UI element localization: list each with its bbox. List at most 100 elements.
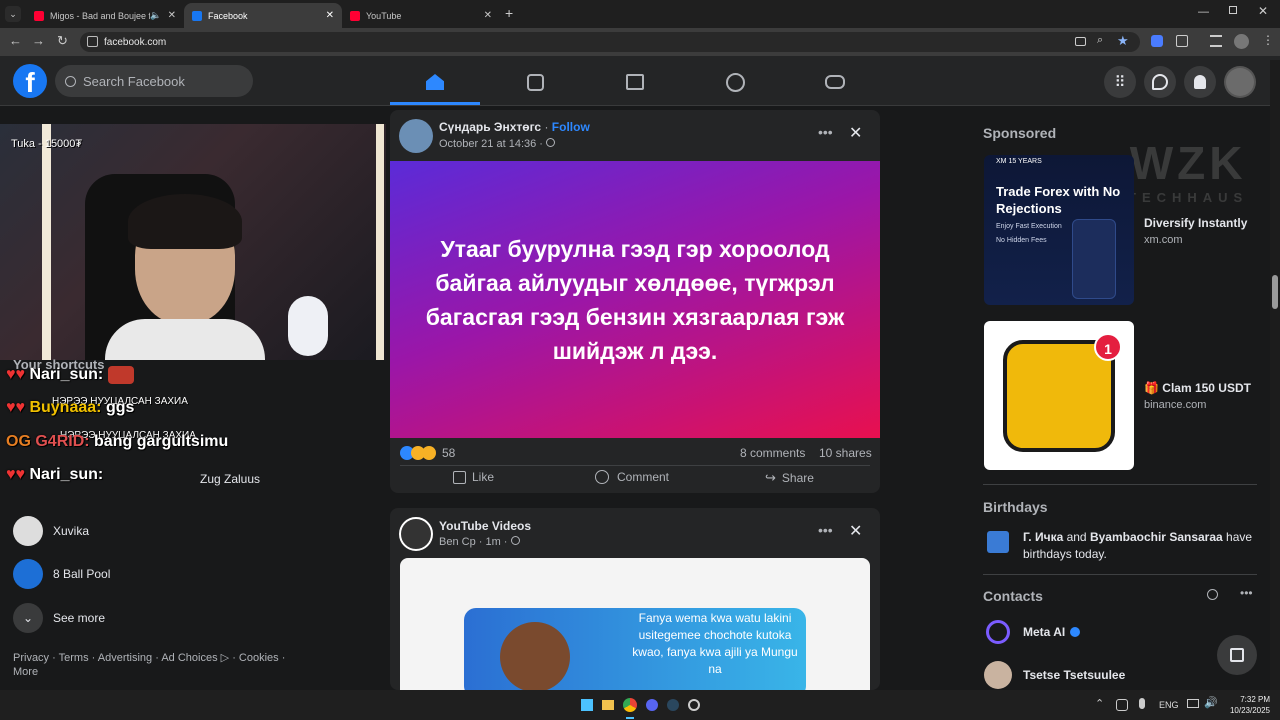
bookmark-star-icon[interactable]: ★: [1117, 33, 1129, 49]
post-time[interactable]: Ben Cp · 1m ·: [439, 536, 507, 548]
actions-divider: [400, 465, 870, 466]
file-explorer-icon[interactable]: [602, 700, 614, 710]
more-options-icon[interactable]: •••: [818, 522, 833, 538]
nav-gaming[interactable]: [790, 63, 880, 101]
ad-image-xm[interactable]: XM 15 YEARS Trade Forex with No Rejectio…: [984, 155, 1134, 305]
ad-headline[interactable]: Diversify Instantly: [1144, 216, 1247, 230]
monitor-icon[interactable]: [1187, 699, 1199, 708]
grid-menu-icon: ⠿: [1114, 74, 1126, 91]
tab-search-button[interactable]: ⌄: [5, 6, 21, 22]
browser-tab-strip: ⌄ Migos - Bad and Boujee ft. L 🔈 ✕ Faceb…: [0, 0, 1280, 28]
omnibox[interactable]: facebook.com ⌕ ★: [80, 32, 1140, 52]
ad-headline[interactable]: 🎁 Clam 150 USDT: [1144, 381, 1251, 395]
facebook-logo[interactable]: f: [13, 64, 47, 98]
close-tab-icon[interactable]: ✕: [326, 10, 334, 21]
volume-icon[interactable]: 🔊: [1204, 696, 1218, 709]
reading-list-icon[interactable]: [1210, 35, 1222, 47]
birthday-name[interactable]: Byambaochir Sansaraa: [1090, 530, 1223, 544]
puzzle-icon[interactable]: [1176, 35, 1188, 47]
post-time[interactable]: October 21 at 14:36 ·: [439, 138, 543, 150]
author-avatar[interactable]: [399, 119, 433, 153]
section-divider: [983, 484, 1257, 485]
back-icon[interactable]: ←: [9, 33, 22, 48]
extension-icon[interactable]: [1151, 35, 1163, 47]
scrollbar-thumb[interactable]: [1272, 275, 1278, 309]
contacts-options-icon[interactable]: •••: [1240, 586, 1253, 600]
account-button[interactable]: [1224, 66, 1256, 98]
post-image[interactable]: Fanya wema kwa watu lakini usitegemee ch…: [400, 558, 870, 690]
post-author[interactable]: YouTube Videos: [439, 519, 531, 533]
microphone-icon[interactable]: [1139, 698, 1145, 709]
notifications-button[interactable]: [1184, 66, 1216, 98]
zoom-icon[interactable]: ⌕: [1097, 34, 1103, 47]
language-indicator[interactable]: ENG: [1159, 700, 1179, 710]
author-avatar[interactable]: [399, 517, 433, 551]
birthday-name[interactable]: Г. Ичка: [1023, 530, 1063, 544]
contact-item[interactable]: Meta AI: [986, 620, 1081, 644]
shortcut-item[interactable]: Zug Zaluus: [200, 472, 260, 486]
nav-groups[interactable]: [690, 63, 780, 101]
new-tab-button[interactable]: +: [505, 5, 513, 21]
footer-link-group[interactable]: Privacy · Terms · Advertising · Ad Choic…: [13, 652, 218, 664]
restore-window-button[interactable]: [1229, 6, 1237, 14]
image-quote-text: Fanya wema kwa watu lakini usitegemee ch…: [632, 611, 798, 676]
more-options-icon[interactable]: •••: [818, 124, 833, 140]
close-icon[interactable]: ✕: [849, 521, 862, 541]
speaker-icon: 🔈: [150, 10, 162, 20]
search-placeholder: Search Facebook: [83, 73, 185, 89]
menu-button[interactable]: ⠿: [1104, 66, 1136, 98]
contacts-search-icon[interactable]: [1207, 589, 1218, 600]
messenger-button[interactable]: [1144, 66, 1176, 98]
watermark-line: WZK: [1129, 137, 1247, 189]
browser-tab-facebook[interactable]: Facebook ✕: [184, 3, 342, 28]
comment-button[interactable]: Comment: [595, 470, 669, 484]
share-count[interactable]: 10 shares: [819, 446, 872, 460]
close-window-button[interactable]: ✕: [1258, 4, 1268, 18]
shortcut-item[interactable]: Xuvika: [13, 516, 89, 546]
page-scrollbar[interactable]: [1270, 60, 1280, 690]
clock[interactable]: 7:32 PM 10/23/2025: [1222, 694, 1270, 716]
comment-count[interactable]: 8 comments: [740, 446, 805, 460]
footer-links[interactable]: Privacy · Terms · Advertising · Ad Choic…: [13, 651, 293, 679]
profile-avatar[interactable]: [1234, 34, 1249, 49]
search-icon: [65, 75, 76, 87]
shortcut-item[interactable]: 8 Ball Pool: [13, 559, 110, 589]
post-author[interactable]: Сүндарь Энхтөгс: [439, 120, 541, 134]
like-button[interactable]: Like: [453, 470, 494, 484]
chat-username: Nari_sun:: [29, 466, 104, 483]
close-tab-icon[interactable]: ✕: [484, 10, 492, 21]
nav-video[interactable]: [490, 63, 580, 101]
close-tab-icon[interactable]: ✕: [168, 10, 176, 21]
windows-start-icon[interactable]: [581, 699, 593, 711]
steam-icon[interactable]: [667, 699, 679, 711]
nav-home[interactable]: [390, 63, 480, 101]
tray-chevron-icon[interactable]: ⌃: [1095, 697, 1104, 710]
nav-marketplace[interactable]: [590, 63, 680, 101]
contact-item[interactable]: Tsetse Tsetsuulee: [984, 661, 1125, 689]
birthday-text[interactable]: Г. Ичка and Byambaochir Sansaraa have bi…: [1023, 529, 1257, 563]
search-box[interactable]: Search Facebook: [55, 65, 253, 97]
forward-icon[interactable]: →: [32, 33, 45, 48]
browser-tab-youtube-music[interactable]: Migos - Bad and Boujee ft. L 🔈 ✕: [26, 3, 184, 28]
reaction-icons[interactable]: 58: [400, 446, 455, 460]
chrome-icon[interactable]: [623, 698, 637, 712]
ad-image-binance[interactable]: 1: [984, 321, 1134, 470]
cast-icon[interactable]: [1075, 37, 1086, 46]
footer-link-more[interactable]: More: [13, 666, 38, 678]
browser-menu-icon[interactable]: ⋮: [1262, 33, 1274, 47]
footer-link-group[interactable]: · Cookies ·: [232, 652, 285, 664]
follow-button[interactable]: Follow: [552, 120, 590, 134]
tray-app-icon[interactable]: [1116, 699, 1128, 711]
settings-gear-icon[interactable]: [688, 699, 700, 711]
reload-icon[interactable]: ↻: [57, 33, 68, 49]
new-message-button[interactable]: [1217, 635, 1257, 675]
shortcut-avatar: [13, 516, 43, 546]
chat-line: ♥♥ Nari_sun:: [6, 466, 103, 484]
share-button[interactable]: ↪ Share: [765, 470, 814, 486]
see-more-button[interactable]: ⌄ See more: [13, 603, 105, 633]
minimize-window-button[interactable]: —: [1198, 6, 1209, 18]
discord-icon[interactable]: [646, 699, 658, 711]
close-icon[interactable]: ✕: [849, 123, 862, 143]
browser-tab-youtube[interactable]: YouTube ✕: [342, 3, 500, 28]
site-info-icon[interactable]: [87, 36, 98, 47]
